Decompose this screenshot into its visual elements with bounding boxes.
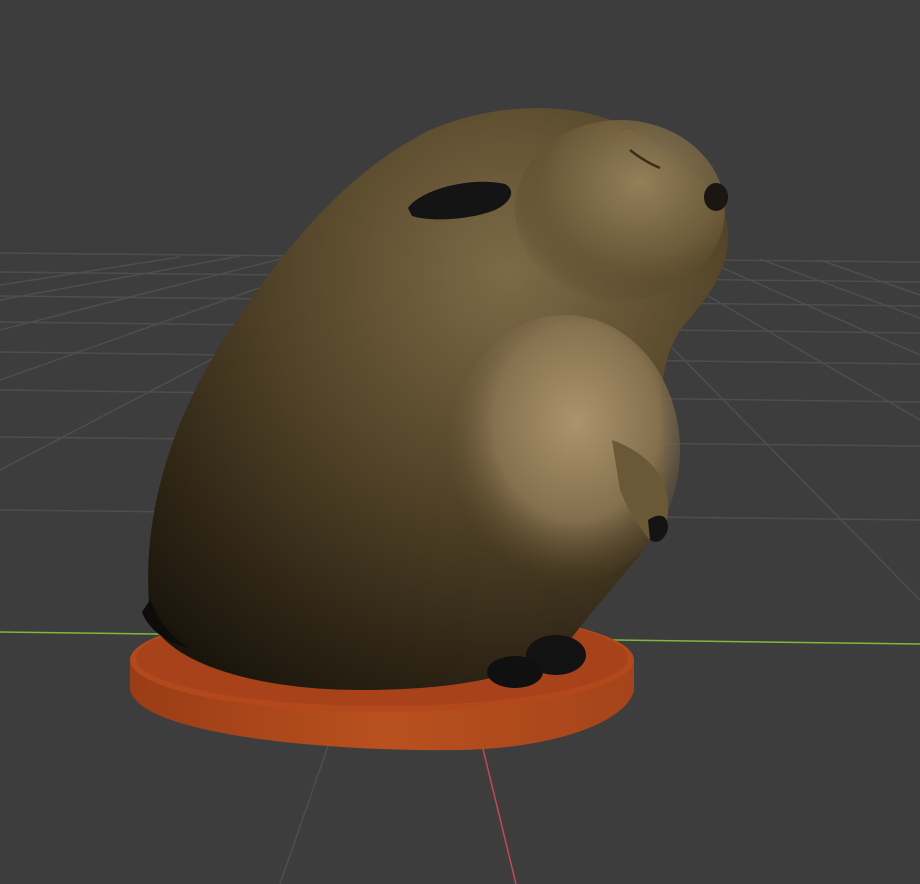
viewport-canvas[interactable] [0, 0, 920, 884]
hamster-belly-fur [450, 315, 680, 585]
3d-viewport[interactable] [0, 0, 920, 884]
hamster-claw [648, 515, 668, 542]
hamster-model[interactable] [142, 108, 729, 690]
hamster-nose [704, 183, 728, 211]
hamster-head-fur [515, 120, 725, 300]
hamster-back-foot [487, 656, 543, 688]
